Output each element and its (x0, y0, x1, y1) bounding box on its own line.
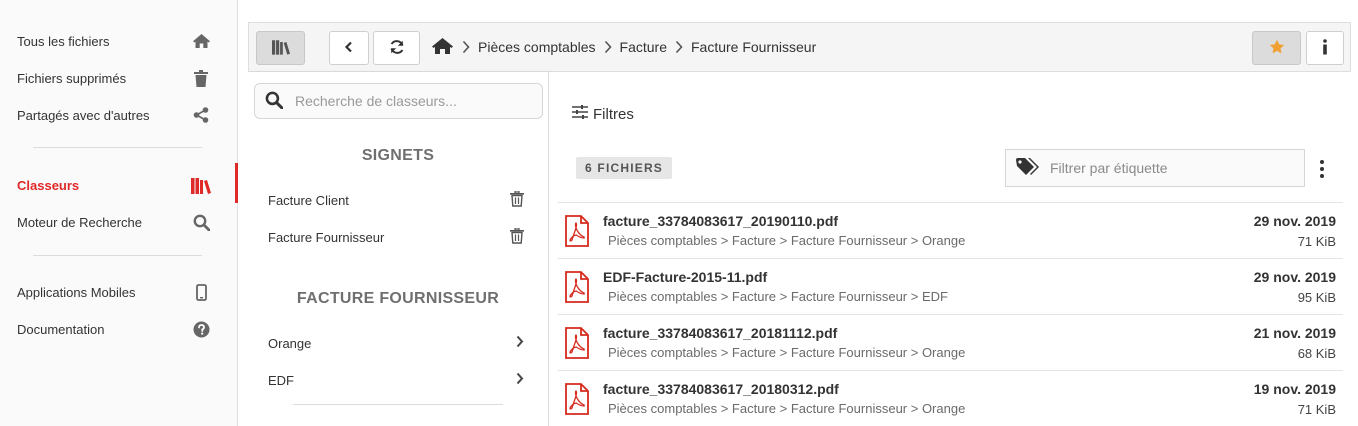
file-name: facture_33784083617_20181112.pdf (603, 325, 838, 341)
books-icon (191, 175, 211, 195)
file-path: Pièces comptables > Facture > Facture Fo… (608, 345, 966, 360)
toolbar: Pièces comptables Facture Facture Fourni… (248, 22, 1351, 72)
breadcrumb: Pièces comptables Facture Facture Fourni… (431, 23, 816, 71)
tag-filter-input[interactable] (1050, 160, 1290, 176)
filters-label: Filtres (593, 105, 634, 123)
back-button[interactable] (329, 31, 369, 65)
filters-button[interactable]: Filtres (572, 105, 634, 123)
file-size: 95 KiB (1297, 290, 1336, 305)
bookmark-item[interactable]: Facture Fournisseur (268, 225, 524, 249)
bookmark-item[interactable]: Facture Client (268, 188, 524, 212)
pdf-file-icon (565, 215, 589, 247)
refresh-icon (389, 39, 405, 58)
nav-item-mobile-apps[interactable]: Applications Mobiles (0, 277, 237, 307)
nav-item-label: Classeurs (17, 177, 80, 193)
file-row[interactable]: facture_33784083617_20181112.pdf Pièces … (558, 314, 1343, 370)
trash-outline-icon[interactable] (510, 189, 524, 210)
file-list-area: Filtres 6 FICHIERS facture_33784083617_2… (549, 72, 1358, 426)
file-size: 68 KiB (1297, 346, 1336, 361)
chevron-right-icon (516, 372, 524, 388)
share-icon (191, 105, 211, 125)
file-count-badge: 6 FICHIERS (576, 157, 673, 179)
more-options-icon[interactable] (1315, 158, 1329, 180)
file-path: Pièces comptables > Facture > Facture Fo… (608, 401, 966, 416)
tag-filter-box (1005, 149, 1305, 187)
nav-item-label: Partagés avec d'autres (17, 107, 150, 123)
nav-item-shared[interactable]: Partagés avec d'autres (0, 100, 237, 130)
chevron-right-icon (462, 40, 470, 54)
nav-item-label: Moteur de Recherche (17, 214, 143, 230)
bookmark-label: Facture Fournisseur (268, 229, 385, 245)
file-name: facture_33784083617_20190110.pdf (603, 213, 839, 229)
bookmark-label: Facture Client (268, 192, 349, 208)
folder-label: EDF (268, 372, 294, 388)
trash-outline-icon[interactable] (510, 226, 524, 247)
refresh-button[interactable] (373, 31, 420, 65)
nav-separator (33, 255, 202, 256)
file-row[interactable]: EDF-Facture-2015-11.pdf Pièces comptable… (558, 258, 1343, 314)
mobile-icon (191, 282, 211, 302)
info-icon (1322, 38, 1328, 58)
tags-icon (1016, 157, 1040, 179)
nav-item-label: Tous les fichiers (17, 33, 110, 49)
nav-item-label: Fichiers supprimés (17, 70, 127, 86)
chevron-left-icon (344, 41, 354, 56)
nav-item-search-engine[interactable]: Moteur de Recherche (0, 207, 237, 237)
folder-title: FACTURE FOURNISSEUR (296, 290, 500, 307)
breadcrumb-home[interactable] (431, 37, 454, 58)
breadcrumb-item[interactable]: Pièces comptables (478, 39, 596, 55)
binders-panel: SIGNETS Facture Client Facture Fournisse… (248, 72, 549, 426)
chevron-right-icon (675, 40, 683, 54)
pdf-file-icon (565, 271, 589, 303)
file-date: 19 nov. 2019 (1253, 381, 1336, 397)
file-date: 21 nov. 2019 (1253, 325, 1336, 341)
file-path: Pièces comptables > Facture > Facture Fo… (608, 233, 966, 248)
pdf-file-icon (565, 383, 589, 415)
file-date: 29 nov. 2019 (1253, 269, 1336, 285)
nav-item-binders[interactable]: Classeurs (0, 163, 238, 203)
search-icon (191, 212, 211, 232)
file-size: 71 KiB (1297, 234, 1336, 249)
bookmarks-title: SIGNETS (361, 147, 435, 164)
chevron-right-icon (604, 40, 612, 54)
books-icon (271, 39, 290, 58)
home-icon (431, 37, 454, 58)
file-name: EDF-Facture-2015-11.pdf (603, 269, 768, 285)
bookmark-star-button[interactable] (1252, 31, 1301, 65)
chevron-right-icon (516, 335, 524, 351)
file-row[interactable]: facture_33784083617_20190110.pdf Pièces … (558, 202, 1343, 258)
file-list: facture_33784083617_20190110.pdf Pièces … (558, 202, 1343, 426)
home-icon (191, 31, 211, 51)
folder-item[interactable]: Orange (268, 331, 524, 355)
folder-label: Orange (268, 335, 312, 351)
nav-item-label: Documentation (17, 321, 105, 337)
left-navigation: Tous les fichiers Fichiers supprimés Par… (0, 0, 238, 426)
panel-separator (293, 404, 503, 405)
nav-item-documentation[interactable]: Documentation (0, 314, 237, 344)
nav-item-all-files[interactable]: Tous les fichiers (0, 26, 237, 56)
star-icon (1269, 39, 1285, 58)
file-date: 29 nov. 2019 (1253, 213, 1336, 229)
file-path: Pièces comptables > Facture > Facture Fo… (608, 289, 948, 304)
nav-separator (33, 147, 202, 148)
binder-search-input[interactable] (295, 93, 525, 109)
file-size: 71 KiB (1297, 402, 1336, 417)
breadcrumb-item-current: Facture Fournisseur (690, 39, 817, 55)
binders-toggle-button[interactable] (256, 31, 305, 65)
file-row[interactable]: facture_33784083617_20180312.pdf Pièces … (558, 370, 1343, 426)
pdf-file-icon (565, 327, 589, 359)
info-button[interactable] (1306, 31, 1344, 65)
binder-search-box (254, 83, 543, 119)
folder-item[interactable]: EDF (268, 368, 524, 392)
breadcrumb-item[interactable]: Facture (620, 39, 667, 55)
nav-item-label: Applications Mobiles (17, 284, 136, 300)
trash-icon (191, 68, 211, 88)
nav-item-deleted-files[interactable]: Fichiers supprimés (0, 63, 237, 93)
file-name: facture_33784083617_20180312.pdf (603, 381, 839, 397)
question-circle-icon (191, 319, 211, 339)
search-icon (265, 91, 284, 112)
sliders-icon (572, 105, 588, 123)
